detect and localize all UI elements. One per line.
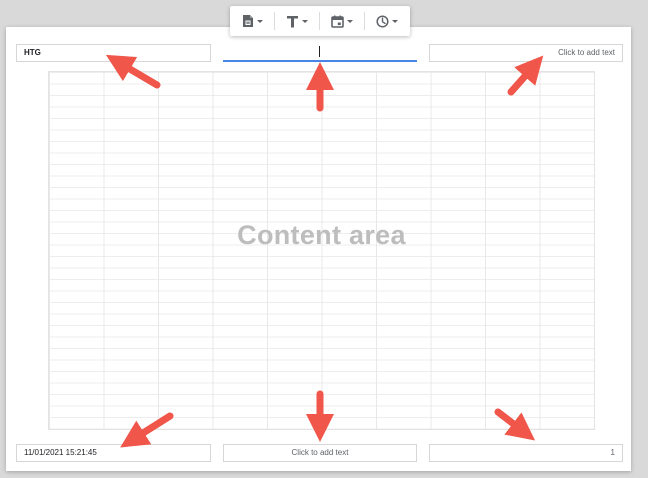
chevron-down-icon bbox=[257, 19, 263, 23]
content-area-label: Content area bbox=[237, 220, 406, 250]
header-right-field[interactable]: Click to add text bbox=[429, 44, 623, 62]
header-left-field[interactable]: HTG bbox=[16, 44, 211, 62]
chevron-down-icon bbox=[302, 19, 308, 23]
print-page-preview: HTG Click to add text Content area 11/01… bbox=[6, 27, 631, 471]
header-footer-toolbar bbox=[230, 6, 410, 36]
footer-center-field[interactable]: Click to add text bbox=[223, 444, 417, 462]
toolbar-divider bbox=[319, 12, 320, 30]
date-button[interactable] bbox=[326, 10, 358, 32]
time-button[interactable] bbox=[371, 10, 403, 32]
time-icon bbox=[376, 14, 389, 28]
footer-right-field[interactable]: 1 bbox=[429, 444, 623, 462]
content-area-grid: Content area bbox=[48, 71, 595, 430]
chevron-down-icon bbox=[347, 19, 353, 23]
text-format-icon bbox=[287, 15, 298, 27]
date-icon bbox=[331, 15, 344, 28]
toolbar-divider bbox=[364, 12, 365, 30]
toolbar-divider bbox=[274, 12, 275, 30]
page-number-icon bbox=[243, 15, 253, 27]
footer-left-field[interactable]: 11/01/2021 15:21:45 bbox=[16, 444, 211, 462]
header-center-field[interactable] bbox=[223, 43, 417, 62]
chevron-down-icon bbox=[392, 19, 398, 23]
text-format-button[interactable] bbox=[281, 10, 313, 32]
page-number-button[interactable] bbox=[237, 10, 268, 32]
text-cursor bbox=[319, 46, 320, 57]
